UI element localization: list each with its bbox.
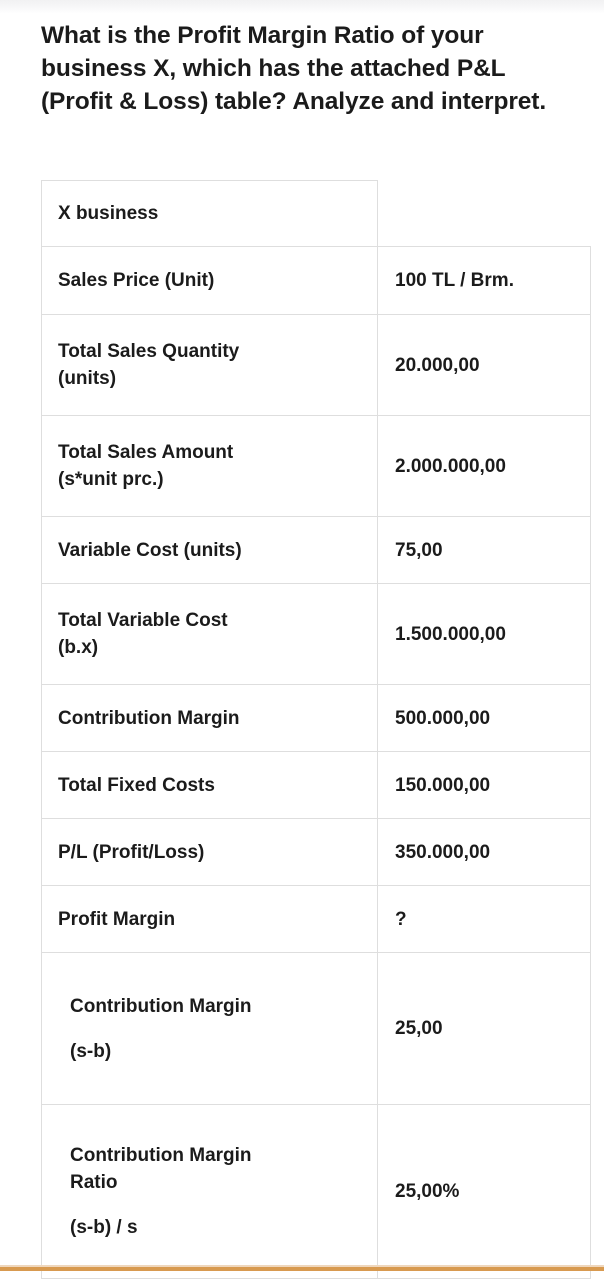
table-row-variable-cost: Variable Cost (units) 75,00 bbox=[41, 516, 591, 584]
label-line-2: (units) bbox=[58, 368, 117, 389]
label-line-2: Ratio bbox=[70, 1172, 118, 1193]
label-line-1: Total Variable Cost bbox=[58, 610, 228, 631]
label-line-2: (b.x) bbox=[58, 637, 99, 658]
cell-value-profit-loss: 350.000,00 bbox=[377, 818, 591, 886]
table-row-profit-loss: P/L (Profit/Loss) 350.000,00 bbox=[41, 818, 591, 886]
page-canvas: What is the Profit Margin Ratio of your … bbox=[0, 0, 604, 1280]
cell-value-sales-price: 100 TL / Brm. bbox=[377, 246, 591, 315]
label-line-1: Total Sales Quantity bbox=[58, 341, 240, 362]
cell-value-total-sales-quantity: 20.000,00 bbox=[377, 314, 591, 416]
profit-loss-table: X business Sales Price (Unit) 100 TL / B… bbox=[41, 180, 591, 1279]
cell-value-variable-cost: 75,00 bbox=[377, 516, 591, 584]
label-line-2: (s*unit prc.) bbox=[58, 469, 164, 490]
cell-value-contribution-margin: 500.000,00 bbox=[377, 684, 591, 752]
cell-business-name: X business bbox=[41, 180, 378, 247]
cell-label-total-sales-amount: Total Sales Amount (s*unit prc.) bbox=[41, 415, 378, 517]
label-line-2: (s-b) bbox=[70, 1040, 112, 1062]
table-row-total-fixed-costs: Total Fixed Costs 150.000,00 bbox=[41, 751, 591, 819]
cell-label-contribution-margin: Contribution Margin bbox=[41, 684, 378, 752]
table-row-contribution-margin: Contribution Margin 500.000,00 bbox=[41, 684, 591, 752]
cell-value-contribution-margin-ratio: 25,00% bbox=[377, 1104, 591, 1279]
cell-value-total-variable-cost: 1.500.000,00 bbox=[377, 583, 591, 685]
table-row-total-variable-cost: Total Variable Cost (b.x) 1.500.000,00 bbox=[41, 583, 591, 685]
table-row-contribution-margin-ratio: Contribution Margin Ratio (s-b) / s 25,0… bbox=[41, 1104, 591, 1279]
cell-label-total-sales-quantity: Total Sales Quantity (units) bbox=[41, 314, 378, 416]
table-row-sales-price: Sales Price (Unit) 100 TL / Brm. bbox=[41, 246, 591, 315]
cell-label-profit-margin: Profit Margin bbox=[41, 885, 378, 953]
question-text: What is the Profit Margin Ratio of your … bbox=[41, 22, 547, 115]
table-row-total-sales-quantity: Total Sales Quantity (units) 20.000,00 bbox=[41, 314, 591, 416]
cell-label-profit-loss: P/L (Profit/Loss) bbox=[41, 818, 378, 886]
cell-label-contribution-margin-ratio: Contribution Margin Ratio (s-b) / s bbox=[41, 1104, 378, 1279]
cell-label-sales-price: Sales Price (Unit) bbox=[41, 246, 378, 315]
table-row-business-title: X business bbox=[41, 180, 591, 247]
cell-business-name-empty bbox=[378, 181, 591, 247]
label-line-1: Total Sales Amount bbox=[58, 442, 234, 463]
top-edge-shading bbox=[0, 0, 604, 14]
table-row-total-sales-amount: Total Sales Amount (s*unit prc.) 2.000.0… bbox=[41, 415, 591, 517]
cell-value-total-fixed-costs: 150.000,00 bbox=[377, 751, 591, 819]
label-line-3: (s-b) / s bbox=[70, 1217, 138, 1238]
label-line-1: Contribution Margin bbox=[70, 1145, 252, 1166]
table-row-contribution-margin-formula: Contribution Margin (s-b) 25,00 bbox=[41, 952, 591, 1105]
cell-label-variable-cost: Variable Cost (units) bbox=[41, 516, 378, 584]
cell-value-contribution-margin-formula: 25,00 bbox=[377, 952, 591, 1105]
cell-label-total-variable-cost: Total Variable Cost (b.x) bbox=[41, 583, 378, 685]
label-line-1: Contribution Margin bbox=[70, 995, 252, 1017]
cell-value-profit-margin: ? bbox=[377, 885, 591, 953]
table-row-profit-margin: Profit Margin ? bbox=[41, 885, 591, 953]
cell-label-contribution-margin-formula: Contribution Margin (s-b) bbox=[41, 952, 378, 1105]
cell-label-total-fixed-costs: Total Fixed Costs bbox=[41, 751, 378, 819]
cell-value-total-sales-amount: 2.000.000,00 bbox=[377, 415, 591, 517]
bottom-accent-rule bbox=[0, 1267, 604, 1271]
